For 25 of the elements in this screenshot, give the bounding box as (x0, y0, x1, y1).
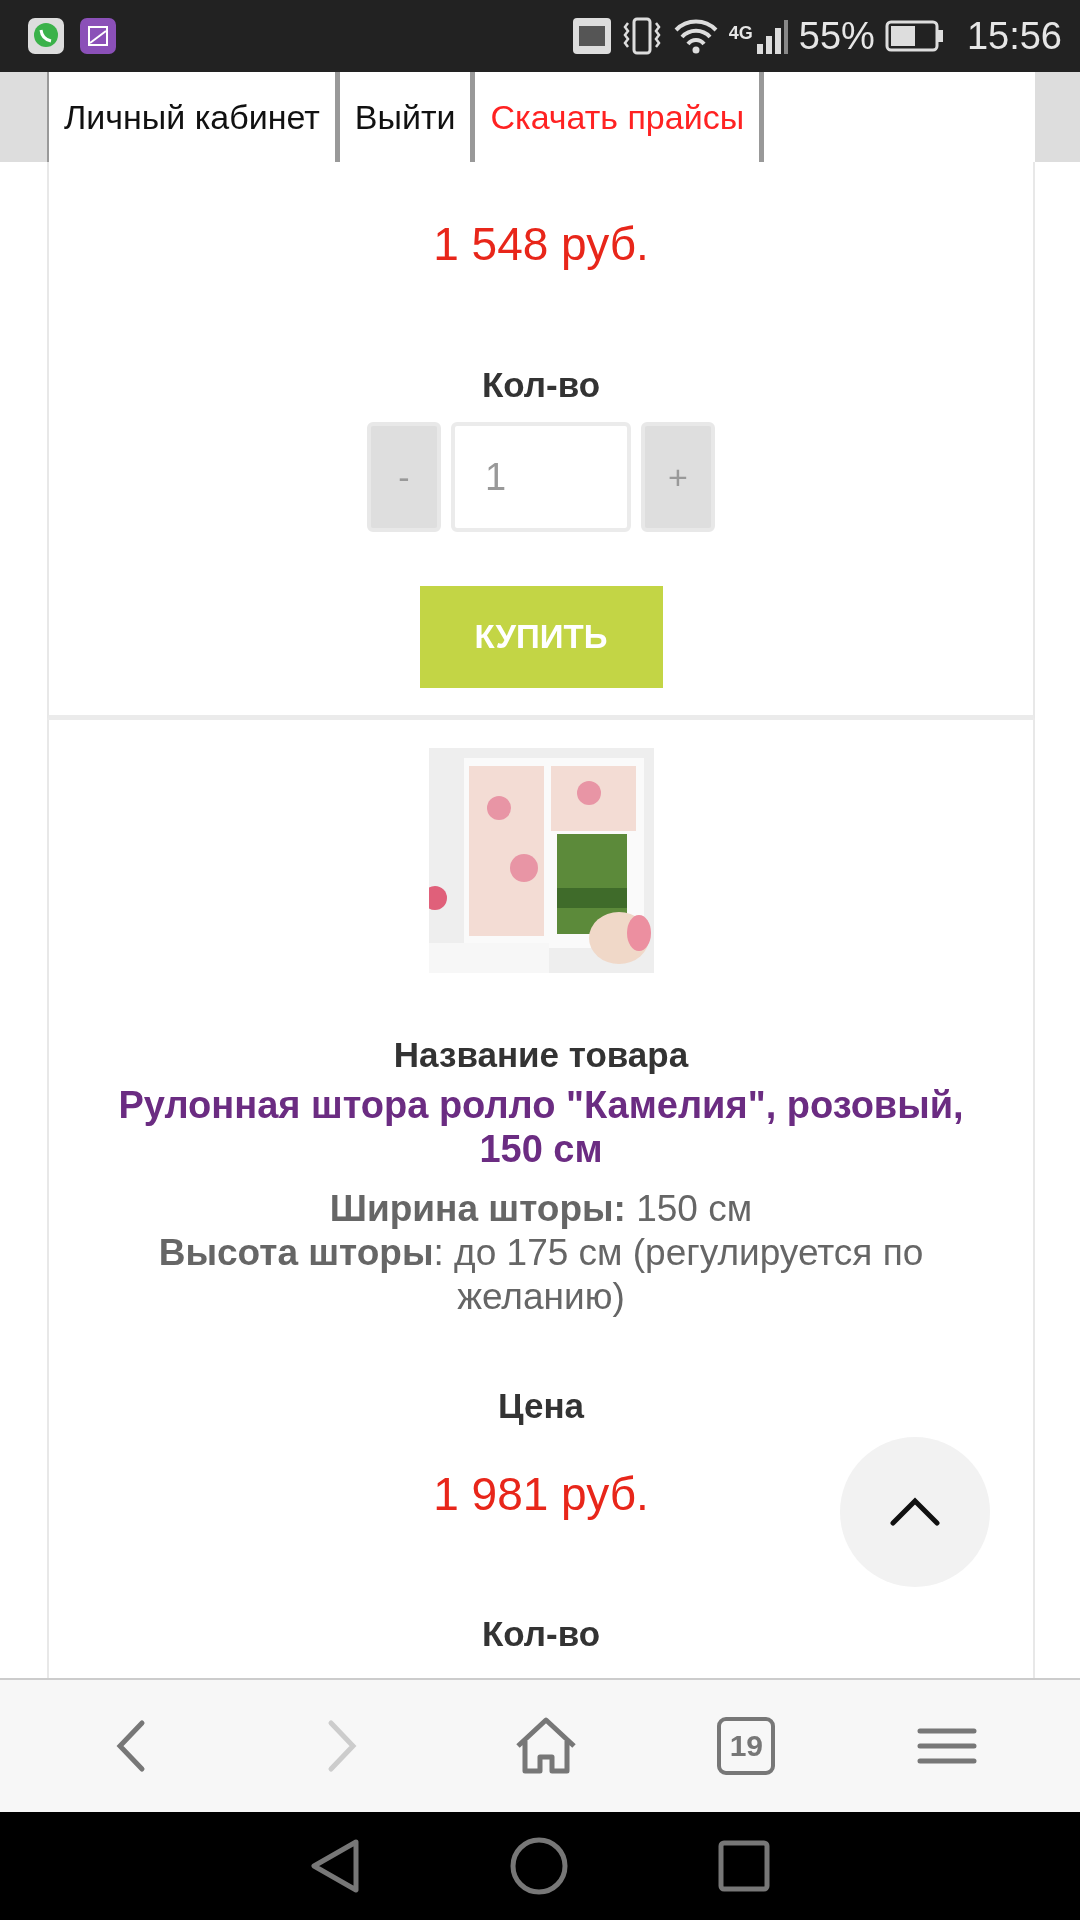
chat-app-icon (28, 18, 64, 54)
name-label: Название товара (393, 1035, 689, 1075)
chevron-up-icon (889, 1497, 941, 1527)
minus-button[interactable]: - (367, 422, 441, 532)
quantity-label: Кол-во (481, 365, 601, 405)
spec-text: Ширина шторы: 150 см (328, 1187, 754, 1231)
signal-icon (754, 18, 789, 54)
battery-percent: 55% (798, 14, 875, 58)
recents-icon[interactable] (718, 1840, 770, 1892)
quantity-label: Кол-во (481, 1614, 601, 1654)
product-link[interactable]: Рулонная штора ролло "Камелия", розовый, 150 см (91, 1083, 991, 1171)
spec-text: Высота шторы: до 175 см (регулируется по желанию) (157, 1231, 925, 1319)
battery-icon (884, 20, 945, 52)
home-icon[interactable] (510, 1837, 568, 1895)
wifi-icon (672, 18, 719, 54)
clock: 15:56 (966, 14, 1062, 58)
plus-button[interactable]: + (641, 422, 715, 532)
price-label: Цена (497, 1386, 585, 1426)
back-icon[interactable] (310, 1838, 360, 1894)
network-label: 4G (728, 22, 753, 44)
price-text: 1 981 руб. (433, 1468, 649, 1520)
tabs-button[interactable]: 19 (717, 1717, 776, 1775)
quantity-field[interactable]: 1 (451, 422, 631, 532)
gallery-app-icon (80, 18, 116, 54)
price-text: 1 548 руб. (433, 218, 649, 270)
